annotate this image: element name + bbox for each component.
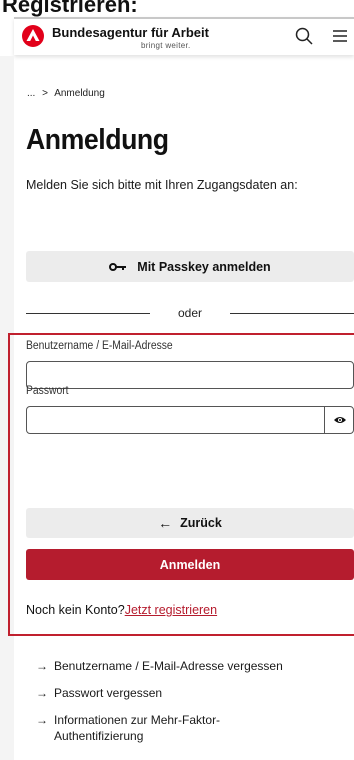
ba-logo-icon[interactable] [22, 25, 44, 47]
back-label: Zurück [180, 516, 222, 530]
help-link-forgot-username[interactable]: → Benutzername / E-Mail-Adresse vergesse… [36, 658, 346, 674]
help-link-label[interactable]: Informationen zur Mehr-Faktor-Authentifi… [54, 712, 284, 744]
site-header: Bundesagentur für Arbeit bringt weiter. [14, 17, 354, 55]
or-divider: oder [26, 305, 354, 321]
no-account-text: Noch kein Konto? [26, 603, 125, 617]
search-icon[interactable] [294, 26, 314, 46]
page-title: Anmeldung [26, 124, 169, 156]
back-button[interactable]: ← Zurück [26, 508, 354, 538]
hamburger-menu-icon[interactable] [330, 26, 350, 46]
arrow-right-icon: → [36, 686, 48, 700]
breadcrumb-current: Anmeldung [54, 88, 105, 99]
help-link-forgot-password[interactable]: → Passwort vergessen [36, 685, 346, 701]
passkey-login-button[interactable]: Mit Passkey anmelden [26, 251, 354, 282]
divider-line-right [230, 312, 354, 314]
username-input[interactable] [26, 361, 354, 389]
breadcrumb-separator: > [42, 88, 48, 99]
key-icon [109, 262, 127, 271]
back-arrow-icon: ← [158, 515, 173, 531]
eye-icon [333, 417, 346, 423]
login-submit-button[interactable]: Anmelden [26, 549, 354, 580]
help-link-mfa-info[interactable]: → Informationen zur Mehr-Faktor-Authenti… [36, 712, 346, 744]
username-label: Benutzername / E-Mail-Adresse [26, 340, 173, 352]
arrow-right-icon: → [36, 659, 48, 673]
help-link-label[interactable]: Passwort vergessen [54, 685, 162, 701]
brand-name[interactable]: Bundesagentur für Arbeit [52, 25, 209, 40]
breadcrumb-ellipsis[interactable]: ... [27, 88, 35, 99]
password-label: Passwort [26, 385, 69, 397]
passkey-login-label: Mit Passkey anmelden [137, 259, 271, 274]
brand-claim: bringt weiter. [141, 41, 191, 50]
divider-line-left [26, 312, 150, 314]
divider-text: oder [177, 306, 203, 320]
intro-text: Melden Sie sich bitte mit Ihren Zugangsd… [26, 178, 298, 192]
arrow-right-icon: → [36, 713, 48, 727]
register-link[interactable]: Jetzt registrieren [125, 603, 217, 617]
help-link-label[interactable]: Benutzername / E-Mail-Adresse vergessen [54, 658, 283, 674]
password-input[interactable] [26, 406, 354, 434]
register-prompt: Noch kein Konto?Jetzt registrieren [26, 603, 217, 617]
page-caption: Registrieren: [0, 0, 354, 17]
show-password-button[interactable] [324, 406, 354, 434]
breadcrumb: ... > Anmeldung [27, 88, 109, 99]
